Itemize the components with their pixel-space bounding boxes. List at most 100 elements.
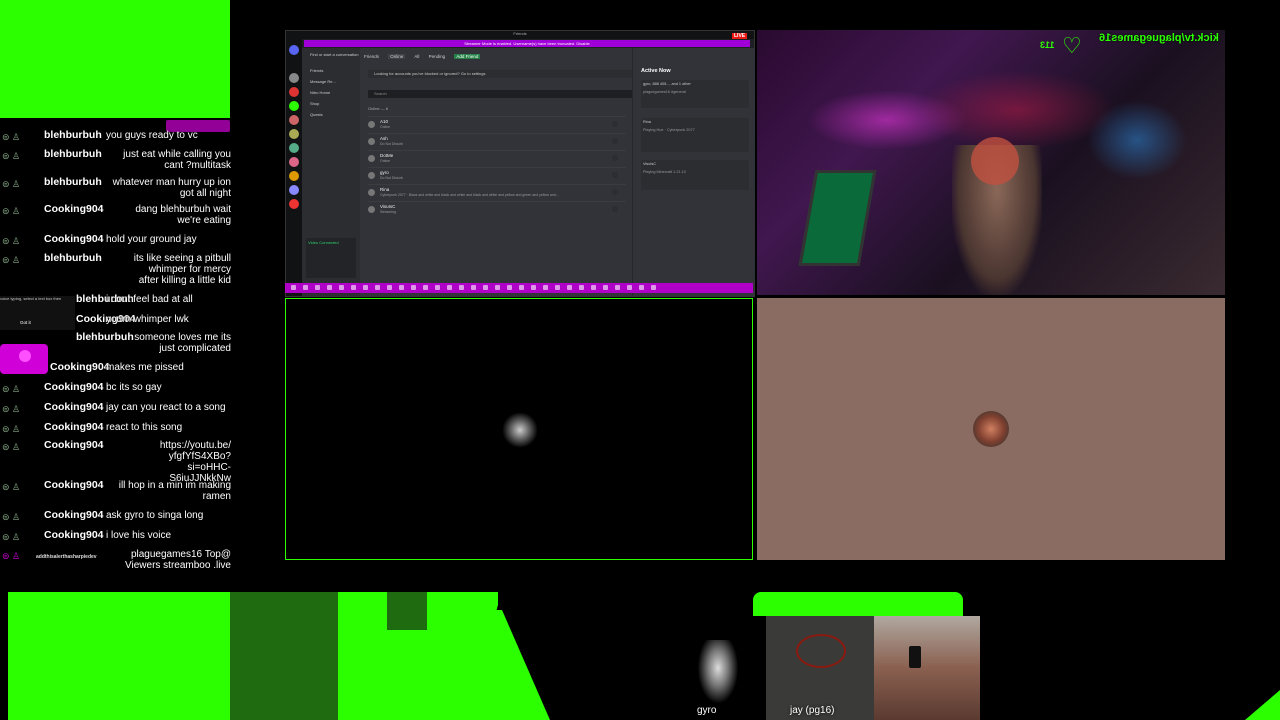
taskbar-icon[interactable]	[639, 285, 644, 290]
server-list	[286, 39, 302, 296]
friend-status: Online	[380, 159, 391, 163]
server-icon[interactable]	[289, 45, 299, 55]
mic-icon	[19, 350, 31, 362]
taskbar-icon[interactable]	[315, 285, 320, 290]
taskbar-icon[interactable]	[579, 285, 584, 290]
taskbar-icon[interactable]	[447, 285, 452, 290]
participant-name-gyro: gyro	[697, 705, 717, 716]
chat-text: you guys ready to vc	[106, 130, 198, 141]
taskbar-icon[interactable]	[423, 285, 428, 290]
tab-all[interactable]: All	[414, 54, 419, 59]
chat-text: ask gyro to singa long	[106, 510, 204, 521]
online-count: Online — 6	[368, 106, 389, 111]
taskbar-icon[interactable]	[519, 285, 524, 290]
friend-status: Do Not Disturb	[380, 176, 403, 180]
sidebar-item-friends[interactable]: Friends	[310, 68, 323, 73]
taskbar-icon[interactable]	[327, 285, 332, 290]
taskbar	[285, 283, 753, 293]
server-icon[interactable]	[289, 171, 299, 181]
taskbar-icon[interactable]	[399, 285, 404, 290]
server-icon[interactable]	[289, 101, 299, 111]
active-card[interactable]: gyro, 888 405..., and 1 other plaguegame…	[641, 80, 749, 108]
active-card[interactable]: Rina Playing Hue · Cyberpunk 2077	[641, 118, 749, 152]
server-icon[interactable]	[289, 115, 299, 125]
friend-row[interactable]: A10 Online	[368, 116, 626, 133]
taskbar-icon[interactable]	[339, 285, 344, 290]
taskbar-icon[interactable]	[471, 285, 476, 290]
tab-friends[interactable]: Friends	[364, 54, 379, 59]
call-tile-gyro[interactable]	[285, 298, 753, 560]
search-conversation[interactable]: Find or start a conversation	[310, 52, 358, 57]
message-icon[interactable]	[612, 155, 618, 161]
taskbar-icon[interactable]	[387, 285, 392, 290]
taskbar-icon[interactable]	[651, 285, 656, 290]
taskbar-icon[interactable]	[459, 285, 464, 290]
sidebar-item-quests[interactable]: Quests	[310, 112, 323, 117]
user-icons: ⊜ ♙	[2, 482, 21, 492]
user-icons: ⊜ ♙	[2, 384, 21, 394]
taskbar-icon[interactable]	[351, 285, 356, 290]
avatar	[973, 411, 1009, 447]
friend-status: Cyberpunk 2077 · Black and white and bla…	[380, 193, 559, 197]
chat-message: ⊜ ♙ Cooking904 hold your ground jay	[0, 234, 233, 248]
kick-handle: kick.tv/plaguegames16	[1099, 32, 1219, 44]
active-card-title: VisuIsC	[643, 162, 657, 166]
server-icon[interactable]	[289, 199, 299, 209]
chat-text: dang blehburbuh wait we're eating	[135, 204, 231, 226]
start-icon[interactable]	[291, 285, 296, 290]
friend-name: DotMe	[380, 153, 394, 158]
taskbar-icon[interactable]	[567, 285, 572, 290]
add-friend-button[interactable]: Add Friend	[454, 54, 481, 59]
server-icon[interactable]	[289, 143, 299, 153]
taskbar-icon[interactable]	[363, 285, 368, 290]
green-screen-bottom-left	[8, 592, 230, 720]
taskbar-icon[interactable]	[555, 285, 560, 290]
taskbar-icon[interactable]	[507, 285, 512, 290]
taskbar-icon[interactable]	[411, 285, 416, 290]
message-icon[interactable]	[612, 138, 618, 144]
taskbar-icon[interactable]	[483, 285, 488, 290]
tab-pending[interactable]: Pending	[429, 54, 446, 59]
taskbar-icon[interactable]	[543, 285, 548, 290]
monitor	[798, 170, 877, 266]
chat-text: i love his voice	[106, 530, 172, 541]
green-screen-corner	[1245, 690, 1280, 720]
chat-username: addthisalerthasharpiedev	[36, 554, 97, 560]
message-icon[interactable]	[612, 189, 618, 195]
taskbar-icon[interactable]	[531, 285, 536, 290]
active-card[interactable]: VisuIsC Playing Minecraft 1.21.10	[641, 160, 749, 190]
taskbar-icon[interactable]	[435, 285, 440, 290]
taskbar-icon[interactable]	[627, 285, 632, 290]
message-icon[interactable]	[612, 206, 618, 212]
friends-tabs: Friends Online All Pending Add Friend	[364, 54, 488, 59]
server-icon[interactable]	[289, 157, 299, 167]
taskbar-icon[interactable]	[495, 285, 500, 290]
chat-username: Cooking904	[44, 439, 104, 451]
chat-username: Cooking904	[44, 529, 104, 541]
message-icon[interactable]	[612, 121, 618, 127]
friend-row[interactable]: Rina Cyberpunk 2077 · Black and white an…	[368, 184, 626, 201]
message-icon[interactable]	[612, 172, 618, 178]
chat-text: i dont feel bad at all	[106, 294, 193, 305]
sidebar-item-message-requests[interactable]: Message Re...	[310, 79, 336, 84]
friend-row[interactable]: DotMe Online	[368, 150, 626, 167]
sidebar-item-shop[interactable]: Shop	[310, 101, 319, 106]
friend-row[interactable]: Ash Do Not Disturb	[368, 133, 626, 150]
taskbar-icon[interactable]	[615, 285, 620, 290]
friend-row[interactable]: VisuIsC Streaming	[368, 201, 626, 218]
friends-search-input[interactable]: Search	[368, 90, 632, 98]
server-icon[interactable]	[289, 129, 299, 139]
active-now-title: Active Now	[641, 68, 671, 74]
server-icon[interactable]	[289, 185, 299, 195]
taskbar-icon[interactable]	[591, 285, 596, 290]
taskbar-icon[interactable]	[603, 285, 608, 290]
taskbar-icon[interactable]	[375, 285, 380, 290]
server-icon[interactable]	[289, 73, 299, 83]
tab-online[interactable]: Online	[388, 54, 406, 59]
friend-row[interactable]: gyro Do Not Disturb	[368, 167, 626, 184]
call-tile-jay[interactable]	[757, 298, 1225, 560]
sidebar-item-nitro[interactable]: Nitro Home	[310, 90, 330, 95]
taskbar-icon[interactable]	[303, 285, 308, 290]
server-icon[interactable]	[289, 87, 299, 97]
chat-message: ⊜ ♙ Cooking904 bc its so gay	[0, 382, 233, 396]
